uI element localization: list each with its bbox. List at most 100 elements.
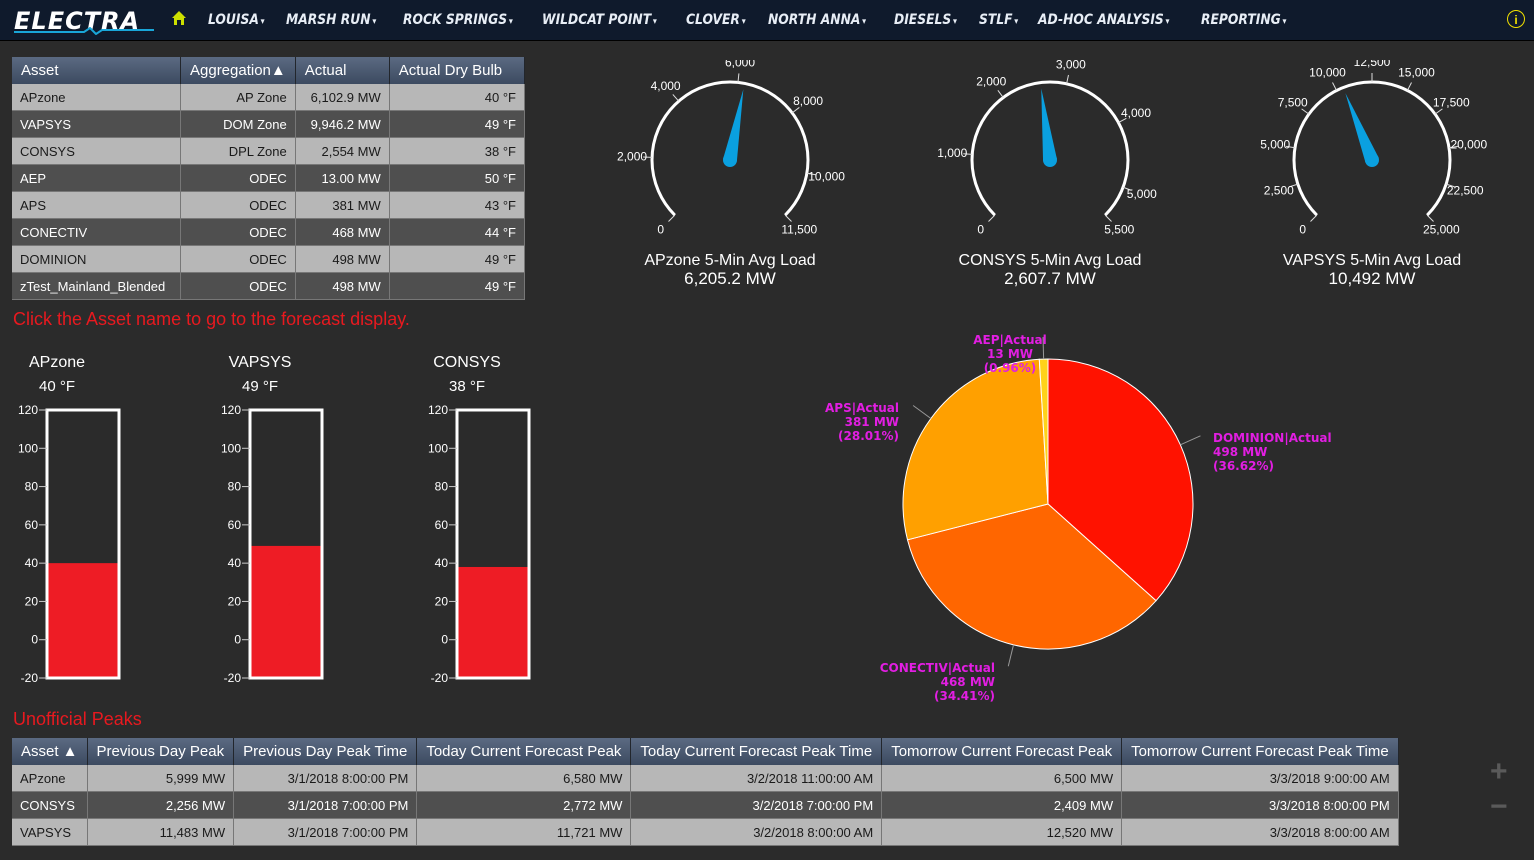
nav-item-marsh-run[interactable]: MARSH RUN ▾ — [286, 12, 376, 28]
nav-item-rock-springs[interactable]: ROCK SPRINGS ▾ — [403, 12, 513, 28]
table-cell: 3/2/2018 7:00:00 PM — [630, 791, 883, 819]
nav-item-north-anna[interactable]: NORTH ANNA ▾ — [768, 12, 866, 28]
gauge-needle — [723, 89, 744, 162]
table-row[interactable]: zTest_Mainland_Blended ODEC 498 MW 49 °F — [12, 272, 526, 300]
gauge-tick-label: 3,000 — [1056, 60, 1086, 71]
gauge-tick — [1406, 82, 1412, 91]
table-cell: 49 °F — [389, 245, 526, 273]
table-cell: ODEC — [180, 218, 296, 246]
thermometer-tick-label: 120 — [18, 403, 38, 417]
table-cell: 2,409 MW — [881, 791, 1123, 819]
table-cell: ODEC — [180, 245, 296, 273]
nav-item-reporting[interactable]: REPORTING ▾ — [1201, 12, 1286, 28]
table-cell: ODEC — [180, 272, 296, 300]
info-icon[interactable]: i — [1507, 10, 1525, 28]
thermometer-bar: 120 100 80 60 40 20 0 -20 — [18, 403, 121, 685]
nav-item-stlf[interactable]: STLF ▾ — [979, 12, 1018, 28]
gauge-tick-label: 5,000 — [1260, 138, 1290, 152]
table-row[interactable]: VAPSYS 11,483 MW 3/1/2018 7:00:00 PM 11,721… — [12, 818, 1399, 846]
nav-item-ad-hoc-analysis[interactable]: AD-HOC ANALYSIS ▾ — [1038, 12, 1170, 28]
gauge-tick — [1332, 82, 1338, 91]
peaks-col-header[interactable]: Tomorrow Current Forecast Peak — [881, 738, 1123, 765]
asset-col-header[interactable]: Asset — [12, 57, 181, 84]
table-cell: 13.00 MW — [295, 164, 390, 192]
thermometer-consys: CONSYS 38 °F 120 100 80 60 40 20 0 -20 — [387, 350, 547, 700]
gauge-title: VAPSYS 5-Min Avg Load — [1282, 252, 1462, 269]
asset-name-cell[interactable]: APzone — [12, 84, 181, 111]
peaks-col-header[interactable]: Today Current Forecast Peak — [416, 738, 632, 765]
table-row[interactable]: APzone AP Zone 6,102.9 MW 40 °F — [12, 84, 526, 111]
table-row[interactable]: APS ODEC 381 MW 43 °F — [12, 191, 526, 219]
gauge-needle — [1041, 88, 1057, 161]
thermometer-tick-label: 0 — [31, 633, 38, 647]
table-cell: 3/1/2018 7:00:00 PM — [233, 791, 418, 819]
home-icon[interactable] — [171, 10, 187, 26]
nav-item-label: STLF — [979, 12, 1013, 28]
pie-slice-label: CONECTIV|Actual 468 MW (34.41%) — [880, 661, 995, 703]
peaks-col-header[interactable]: Previous Day Peak Time — [233, 738, 418, 765]
asset-col-header[interactable]: Actual Dry Bulb — [389, 57, 526, 84]
asset-name-cell[interactable]: DOMINION — [12, 245, 181, 273]
nav-item-louisa[interactable]: LOUISA ▾ — [208, 12, 265, 28]
gauge-tick-label: 6,000 — [725, 60, 755, 70]
gauge-tick — [1434, 108, 1443, 115]
gauge-value: 10,492 MW — [1328, 269, 1416, 288]
zoom-in-icon[interactable]: + — [1490, 755, 1508, 789]
gauge-tick-label: 7,500 — [1278, 95, 1308, 109]
gauge-tick-label: 5,000 — [1127, 187, 1157, 201]
peaks-col-header[interactable]: Tomorrow Current Forecast Peak Time — [1121, 738, 1399, 765]
table-cell: 3/3/2018 9:00:00 AM — [1121, 765, 1399, 792]
asset-name-cell[interactable]: VAPSYS — [12, 110, 181, 138]
asset-name-cell[interactable]: APzone — [12, 765, 88, 792]
asset-col-header[interactable]: Aggregation▲ — [180, 57, 296, 84]
gauge-tick-label: 11,500 — [781, 222, 817, 236]
asset-hint-text: Click the Asset name to go to the foreca… — [13, 309, 410, 329]
nav-item-label: CLOVER — [686, 12, 741, 28]
peaks-col-header[interactable]: Previous Day Peak — [87, 738, 235, 765]
nav-item-wildcat-point[interactable]: WILDCAT POINT ▾ — [542, 12, 657, 28]
asset-name-cell[interactable]: CONECTIV — [12, 218, 181, 246]
gauge-tick-label: 12,500 — [1354, 60, 1391, 69]
gauge-tick-label: 4,000 — [1121, 106, 1151, 120]
table-cell: 2,256 MW — [87, 791, 235, 819]
asset-name-cell[interactable]: zTest_Mainland_Blended — [12, 272, 181, 300]
gauge-title: CONSYS 5-Min Avg Load — [958, 252, 1142, 269]
peaks-col-header[interactable]: Today Current Forecast Peak Time — [630, 738, 883, 765]
table-row[interactable]: CONSYS DPL Zone 2,554 MW 38 °F — [12, 137, 526, 165]
table-cell: 49 °F — [389, 110, 526, 138]
asset-name-cell[interactable]: VAPSYS — [12, 818, 88, 846]
nav-item-clover[interactable]: CLOVER ▾ — [686, 12, 746, 28]
asset-name-cell[interactable]: AEP — [12, 164, 181, 192]
zoom-out-icon[interactable]: − — [1490, 790, 1508, 824]
table-row[interactable]: CONSYS 2,256 MW 3/1/2018 7:00:00 PM 2,772 M… — [12, 791, 1399, 819]
table-row[interactable]: AEP ODEC 13.00 MW 50 °F — [12, 164, 526, 192]
table-cell: 12,520 MW — [881, 818, 1123, 846]
thermometer-tick-label: 120 — [221, 403, 241, 417]
peaks-col-header[interactable]: Asset ▲ — [12, 738, 88, 765]
table-cell: 50 °F — [389, 164, 526, 192]
asset-name-cell[interactable]: APS — [12, 191, 181, 219]
nav-item-diesels[interactable]: DIESELS ▾ — [894, 12, 957, 28]
table-cell: 49 °F — [389, 272, 526, 300]
thermometer-tick-label: 100 — [18, 441, 38, 455]
thermometer-tick-label: 60 — [435, 518, 449, 532]
table-row[interactable]: CONECTIV ODEC 468 MW 44 °F — [12, 218, 526, 246]
thermometer-tick-label: 80 — [228, 480, 242, 494]
asset-name-cell[interactable]: CONSYS — [12, 137, 181, 165]
gauge-tick — [1310, 214, 1318, 222]
thermometer-fill — [250, 545, 322, 678]
table-row[interactable]: DOMINION ODEC 498 MW 49 °F — [12, 245, 526, 273]
table-row[interactable]: APzone 5,999 MW 3/1/2018 8:00:00 PM 6,580 M… — [12, 765, 1399, 792]
thermometer-tick-label: 0 — [234, 633, 241, 647]
table-row[interactable]: VAPSYS DOM Zone 9,946.2 MW 49 °F — [12, 110, 526, 138]
caret-down-icon: ▾ — [652, 17, 657, 27]
table-cell: 44 °F — [389, 218, 526, 246]
thermometer-fill — [47, 563, 119, 678]
thermometer-tick-label: 0 — [441, 633, 448, 647]
table-cell: 43 °F — [389, 191, 526, 219]
gauge-tick-label: 10,000 — [808, 170, 845, 184]
caret-down-icon: ▾ — [742, 17, 747, 27]
asset-name-cell[interactable]: CONSYS — [12, 791, 88, 819]
asset-col-header[interactable]: Actual — [295, 57, 390, 84]
load-gauge-0: 0 2,000 4,000 6,000 8,000 10,000 11,500 APzone … — [600, 60, 860, 300]
